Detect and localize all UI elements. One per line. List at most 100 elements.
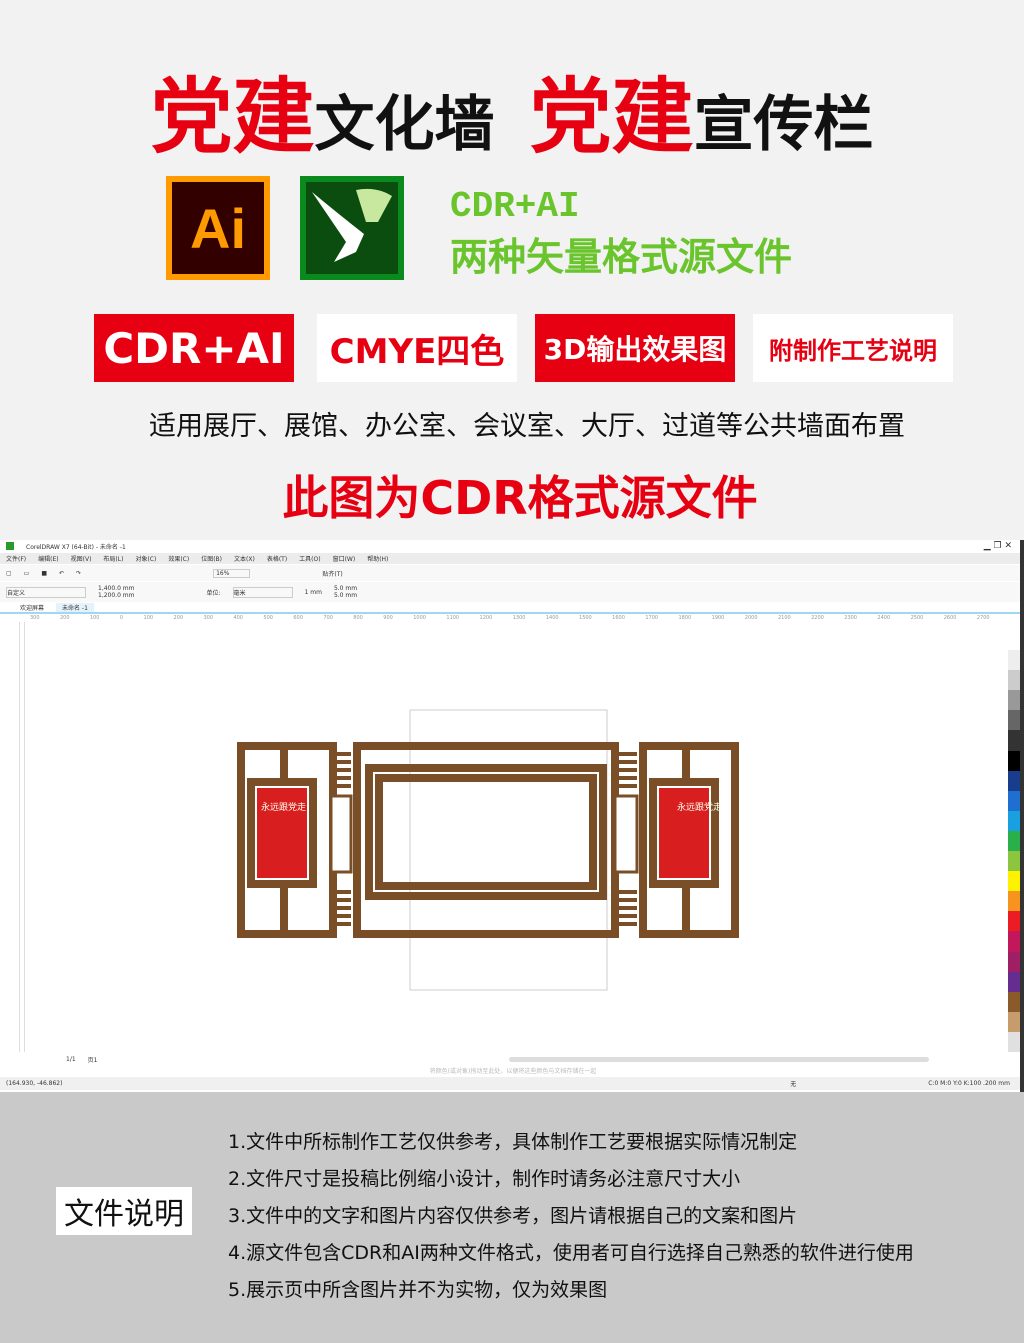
ruler-tick: 1300 — [512, 614, 526, 621]
file-notes-label: 文件说明 — [56, 1187, 192, 1235]
undo-icon[interactable]: ↶ — [59, 570, 64, 577]
menu-item[interactable]: 窗口(W) — [333, 554, 356, 563]
ruler-tick: 1000 — [413, 614, 426, 621]
nudge-field[interactable]: 1 mm — [305, 589, 322, 596]
outline-indicator: C:0 M:0 Y:0 K:100 .200 mm — [928, 1080, 1010, 1087]
save-icon[interactable]: ■ — [41, 570, 47, 577]
page-tab[interactable]: 页1 — [88, 1055, 98, 1064]
ruler-tick: 2600 — [943, 614, 957, 621]
palette-swatch[interactable] — [1008, 851, 1020, 872]
palette-swatch[interactable] — [1008, 871, 1020, 892]
page-title: 党建文化墙 党建宣传栏 — [150, 70, 874, 165]
dup-y-field[interactable]: 5.0 mm — [334, 592, 357, 599]
design-shape — [331, 890, 351, 894]
palette-swatch[interactable] — [1008, 650, 1020, 671]
redo-icon[interactable]: ↷ — [76, 570, 81, 577]
palette-swatch[interactable] — [1008, 951, 1020, 972]
badge-process: 附制作工艺说明 — [753, 314, 953, 382]
design-shape — [331, 760, 351, 764]
ruler-tick: 0 — [119, 614, 124, 621]
menu-item[interactable]: 编辑(E) — [38, 554, 58, 563]
badge-3d: 3D输出效果图 — [535, 314, 735, 382]
width-field[interactable]: 1,400.0 mm — [98, 585, 135, 592]
new-icon[interactable]: ▢ — [6, 570, 12, 577]
design-shape — [257, 788, 307, 878]
tab-document[interactable]: 未命名 -1 — [56, 603, 94, 612]
adobe-illustrator-icon: Ai — [166, 176, 270, 280]
palette-swatch[interactable] — [1008, 750, 1020, 771]
usage-text: 适用展厅、展馆、办公室、会议室、大厅、过道等公共墙面布置 — [149, 411, 905, 442]
list-item: 3.文件中的文字和图片内容仅供参考，图片请根据自己的文案和图片 — [228, 1205, 798, 1227]
page-navigator: 1/1 页1 — [0, 1054, 1020, 1064]
palette-swatch[interactable] — [1008, 911, 1020, 932]
design-shape — [615, 890, 637, 894]
status-bar: (164.930, -46.862) 无 C:0 M:0 Y:0 K:100 .… — [0, 1077, 1020, 1090]
format-line-2: 两种矢量格式源文件 — [450, 235, 793, 279]
palette-swatch[interactable] — [1008, 710, 1020, 731]
design-shape — [331, 922, 351, 926]
menu-item[interactable]: 工具(O) — [299, 554, 320, 563]
menu-item[interactable]: 布局(L) — [103, 554, 123, 563]
units-select[interactable]: 毫米 — [232, 586, 293, 598]
ruler-tick: 700 — [323, 614, 333, 621]
design-shape — [615, 760, 637, 764]
toolbox[interactable] — [4, 622, 20, 1052]
document-palette: 将颜色(或对象)拖动至此处，以便将这些颜色与文档存储在一起 — [429, 1067, 597, 1075]
menu-item[interactable]: 文本(X) — [234, 554, 255, 563]
design-shape — [615, 768, 637, 772]
design-shape — [615, 922, 637, 926]
palette-swatch[interactable] — [1008, 670, 1020, 691]
menu-item[interactable]: 表格(T) — [267, 554, 287, 563]
palette-swatch[interactable] — [1008, 630, 1020, 651]
open-icon[interactable]: ▭ — [24, 570, 30, 577]
menu-item[interactable]: 视图(V) — [71, 554, 92, 563]
list-item: 1.文件中所标制作工艺仅供参考，具体制作工艺要根据实际情况制定 — [228, 1131, 798, 1153]
palette-swatch[interactable] — [1008, 1011, 1020, 1032]
dup-x-field[interactable]: 5.0 mm — [334, 585, 357, 592]
window-controls[interactable]: ▁ ❐ ✕ — [984, 541, 1020, 551]
design-shape — [615, 784, 637, 788]
palette-swatch[interactable] — [1008, 971, 1020, 992]
drawing-canvas[interactable]: 永远跟党走 永远跟党走 — [24, 622, 1000, 1052]
horizontal-scrollbar[interactable] — [509, 1056, 930, 1062]
design-shape — [280, 884, 288, 932]
palette-swatch[interactable] — [1008, 1031, 1020, 1052]
wall-design: 永远跟党走 永远跟党走 — [237, 709, 739, 991]
menu-item[interactable]: 对象(C) — [135, 554, 156, 563]
palette-swatch[interactable] — [1008, 931, 1020, 952]
design-shape — [331, 898, 351, 902]
ruler-tick: 800 — [353, 614, 363, 621]
ruler-tick: 400 — [233, 614, 243, 621]
menu-item[interactable]: 帮助(H) — [367, 554, 388, 563]
page-preset-select[interactable]: 自定义 — [6, 586, 86, 598]
menu-item[interactable]: 文件(F) — [6, 554, 26, 563]
design-shape — [331, 914, 351, 918]
design-shape — [280, 750, 288, 782]
design-shape — [331, 776, 351, 780]
cursor-coords: (164.930, -46.862) — [6, 1080, 63, 1087]
palette-swatch[interactable] — [1008, 810, 1020, 831]
height-field[interactable]: 1,200.0 mm — [98, 592, 135, 599]
design-shape — [682, 750, 690, 782]
app-icon — [6, 542, 14, 550]
zoom-select[interactable]: 16% — [213, 568, 251, 578]
palette-swatch[interactable] — [1008, 690, 1020, 711]
palette-swatch[interactable] — [1008, 730, 1020, 751]
palette-swatch[interactable] — [1008, 891, 1020, 912]
menu-item[interactable]: 位图(B) — [201, 554, 222, 563]
color-palette[interactable] — [1008, 630, 1020, 1052]
ruler-tick: 2100 — [777, 614, 791, 621]
palette-swatch[interactable] — [1008, 790, 1020, 811]
ruler-tick: 1400 — [545, 614, 559, 621]
snap-menu[interactable]: 贴齐(T) — [322, 569, 342, 578]
palette-swatch[interactable] — [1008, 830, 1020, 852]
palette-swatch[interactable] — [1008, 991, 1020, 1012]
badge-cdr-ai: CDR+AI — [94, 314, 294, 382]
tab-welcome[interactable]: 欢迎屏幕 — [20, 603, 44, 612]
format-note: 此图为CDR格式源文件 — [282, 471, 758, 525]
menu-item[interactable]: 效果(C) — [168, 554, 189, 563]
list-item: 4.源文件包含CDR和AI两种文件格式，使用者可自行选择自己熟悉的软件进行使用 — [228, 1242, 914, 1264]
palette-swatch[interactable] — [1008, 770, 1020, 791]
ruler-tick: 300 — [30, 614, 40, 621]
design-shape — [613, 794, 639, 874]
